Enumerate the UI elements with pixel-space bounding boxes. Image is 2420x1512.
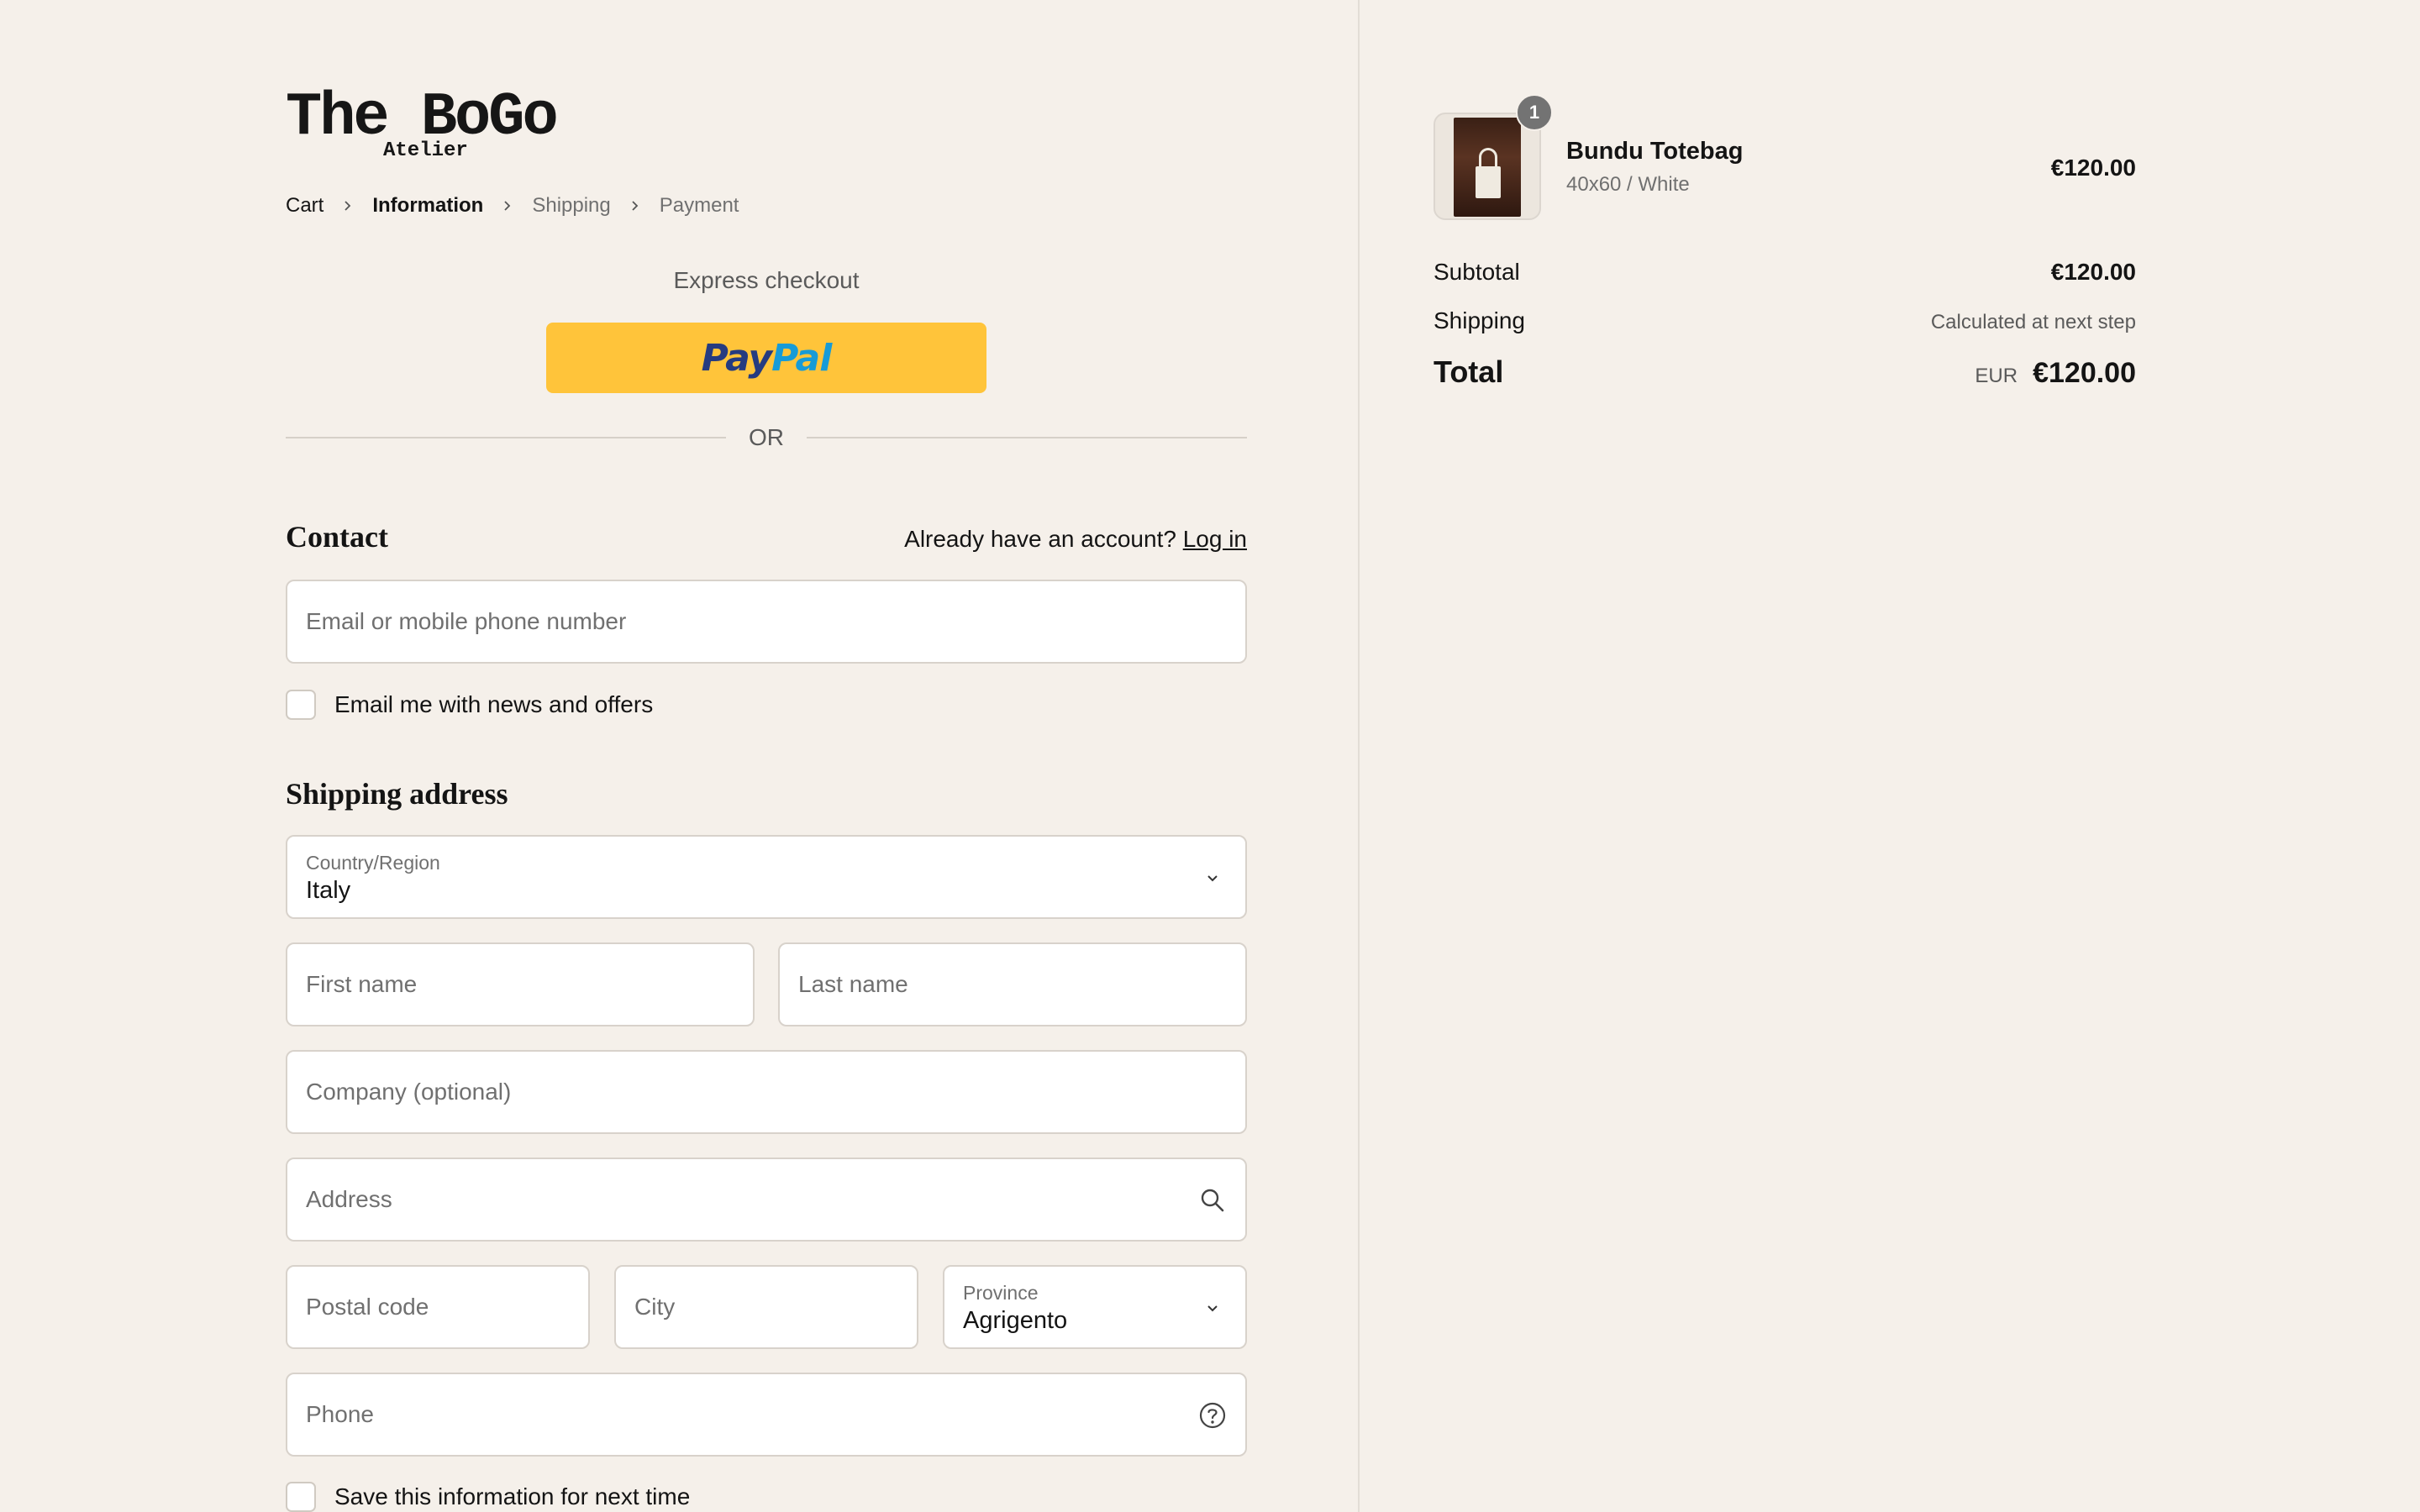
contact-title: Contact xyxy=(286,520,388,554)
product-name: Bundu Totebag xyxy=(1566,138,1744,165)
save-info-checkbox[interactable] xyxy=(286,1482,316,1512)
email-input[interactable] xyxy=(306,581,1227,662)
total-currency: EUR xyxy=(1975,365,2018,387)
country-value: Italy xyxy=(306,877,351,904)
address-input[interactable] xyxy=(306,1159,1227,1240)
chevron-right-icon xyxy=(324,200,372,212)
chevron-down-icon xyxy=(1198,864,1227,892)
order-summary-panel: 1 Bundu Totebag 40x60 / White €120.00 Su… xyxy=(1360,0,2420,1512)
company-input[interactable] xyxy=(306,1052,1227,1132)
chevron-right-icon xyxy=(611,200,660,212)
last-name-input[interactable] xyxy=(798,944,1227,1025)
help-circle-icon[interactable] xyxy=(1198,1401,1227,1430)
phone-input[interactable] xyxy=(306,1374,1227,1455)
news-offers-row[interactable]: Email me with news and offers xyxy=(286,688,653,722)
city-field[interactable] xyxy=(614,1265,918,1349)
subtotal-value: €120.00 xyxy=(2050,259,2136,285)
breadcrumb-shipping: Shipping xyxy=(532,194,611,217)
shipping-title: Shipping address xyxy=(286,777,508,811)
account-prompt-text: Already have an account? xyxy=(904,526,1176,552)
brand-logo[interactable]: The BoGo Atelier xyxy=(286,84,571,168)
company-field[interactable] xyxy=(286,1050,1247,1134)
product-price: €120.00 xyxy=(2050,155,2136,181)
breadcrumb-cart[interactable]: Cart xyxy=(286,194,324,218)
shipping-row: Shipping Calculated at next step xyxy=(1434,307,2136,334)
paypal-button[interactable]: PayPal xyxy=(546,323,986,393)
news-offers-label: Email me with news and offers xyxy=(334,691,654,717)
country-label: Country/Region xyxy=(306,852,440,874)
paypal-logo: PayPal xyxy=(701,336,833,380)
brand-subtitle: Atelier xyxy=(383,139,468,162)
address-field[interactable] xyxy=(286,1158,1247,1242)
country-select[interactable]: Country/Region Italy xyxy=(286,835,1247,919)
subtotal-row: Subtotal €120.00 xyxy=(1434,259,2136,286)
chevron-down-icon xyxy=(1198,1294,1227,1322)
total-value-group: EUR €120.00 xyxy=(1975,357,2136,390)
product-variant: 40x60 / White xyxy=(1566,173,1690,196)
product-image xyxy=(1454,118,1521,217)
shipping-value: Calculated at next step xyxy=(1930,311,2136,333)
city-input[interactable] xyxy=(634,1267,898,1347)
account-prompt: Already have an account? Log in xyxy=(904,526,1247,553)
divider-line xyxy=(807,437,1247,438)
chevron-right-icon xyxy=(483,200,532,212)
breadcrumb-payment: Payment xyxy=(659,194,739,217)
phone-field[interactable] xyxy=(286,1373,1247,1457)
first-name-input[interactable] xyxy=(306,944,734,1025)
total-row: Total EUR €120.00 xyxy=(1434,354,2136,390)
express-checkout-title: Express checkout xyxy=(673,267,860,293)
or-divider: OR xyxy=(286,424,1247,450)
breadcrumb: Cart Information Shipping Payment xyxy=(286,193,739,218)
total-label: Total xyxy=(1434,354,1504,389)
province-value: Agrigento xyxy=(963,1307,1068,1334)
email-field[interactable] xyxy=(286,580,1247,664)
divider-line xyxy=(286,437,726,438)
total-amount: €120.00 xyxy=(2033,357,2136,389)
first-name-field[interactable] xyxy=(286,942,755,1026)
subtotal-label: Subtotal xyxy=(1434,259,1520,285)
checkout-main: The BoGo Atelier Cart Information Shippi… xyxy=(0,0,1358,1512)
postal-code-field[interactable] xyxy=(286,1265,590,1349)
last-name-field[interactable] xyxy=(778,942,1247,1026)
save-info-row[interactable]: Save this information for next time xyxy=(286,1480,690,1512)
bag-graphic xyxy=(1476,166,1501,198)
shipping-label: Shipping xyxy=(1434,307,1525,333)
or-label: OR xyxy=(749,424,784,450)
news-offers-checkbox[interactable] xyxy=(286,690,316,720)
breadcrumb-information: Information xyxy=(372,194,484,217)
save-info-label: Save this information for next time xyxy=(334,1483,691,1509)
login-link[interactable]: Log in xyxy=(1183,526,1247,552)
quantity-badge: 1 xyxy=(1516,94,1553,131)
province-label: Province xyxy=(963,1282,1039,1304)
contact-header: Contact Already have an account? Log in xyxy=(286,519,1247,554)
search-icon[interactable] xyxy=(1198,1186,1227,1215)
province-select[interactable]: Province Agrigento xyxy=(943,1265,1247,1349)
postal-code-input[interactable] xyxy=(306,1267,570,1347)
shipping-header: Shipping address xyxy=(286,776,1247,811)
